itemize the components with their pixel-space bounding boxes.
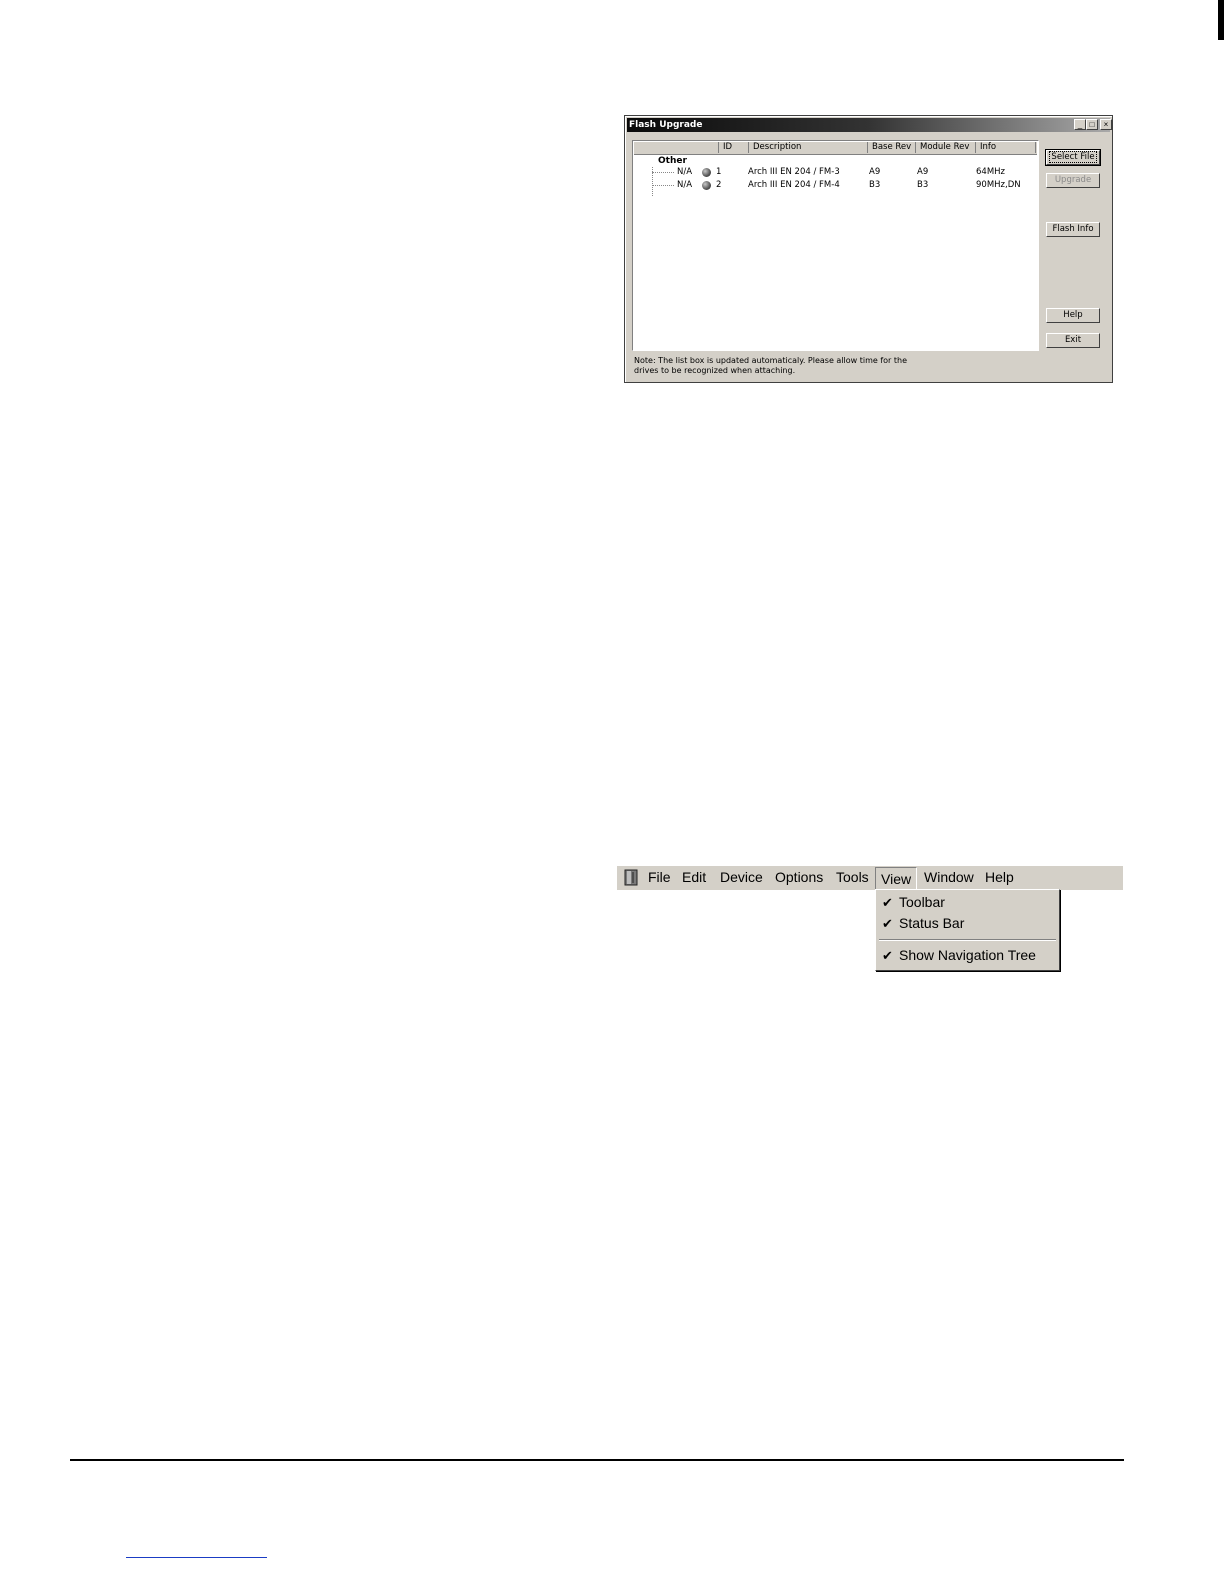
column-header-id[interactable]: ID <box>719 142 749 153</box>
maximize-button[interactable]: □ <box>1086 119 1098 130</box>
exit-button[interactable]: Exit <box>1046 333 1100 348</box>
device-list[interactable]: ID Description Base Rev Module Rev Info … <box>632 140 1039 351</box>
menu-item-show-navigation-tree[interactable]: ✔ Show Navigation Tree <box>876 945 1059 966</box>
column-header-info[interactable]: Info <box>976 142 1036 153</box>
footer-link-underline[interactable] <box>126 1557 267 1558</box>
row-id: 2 <box>716 180 722 190</box>
menu-separator <box>879 939 1056 941</box>
minimize-button[interactable]: _ <box>1074 119 1086 130</box>
row-description: Arch III EN 204 / FM-4 <box>748 180 840 190</box>
tree-group-other[interactable]: Other <box>658 156 687 166</box>
row-name: N/A <box>677 167 693 177</box>
tree-connector <box>652 172 674 173</box>
row-id: 1 <box>716 167 722 177</box>
row-module-rev: B3 <box>917 180 929 190</box>
select-file-button[interactable]: Select File <box>1045 149 1101 166</box>
column-header-module-rev[interactable]: Module Rev <box>916 142 976 153</box>
menu-device[interactable]: Device <box>720 866 763 890</box>
title-bar[interactable]: Flash Upgrade _ □ × <box>627 118 1112 132</box>
check-icon: ✔ <box>882 948 893 963</box>
list-header: ID Description Base Rev Module Rev Info <box>634 142 1037 155</box>
flash-upgrade-window: Flash Upgrade _ □ × ID Description Base … <box>624 115 1113 383</box>
column-header-base-rev[interactable]: Base Rev <box>868 142 916 153</box>
row-name: N/A <box>677 180 693 190</box>
footer-rule <box>70 1459 1124 1461</box>
device-status-icon <box>702 168 711 177</box>
help-button[interactable]: Help <box>1046 308 1100 323</box>
row-info: 90MHz,DN <box>976 180 1021 190</box>
select-file-label: Select File <box>1049 151 1097 163</box>
row-base-rev: A9 <box>869 167 881 177</box>
check-icon: ✔ <box>882 895 893 910</box>
menu-bar: File Edit Device Options Tools View Wind… <box>617 866 1123 890</box>
menu-help[interactable]: Help <box>985 866 1014 890</box>
row-info: 64MHz <box>976 167 1006 177</box>
menu-item-label: Status Bar <box>899 915 965 931</box>
menu-file[interactable]: File <box>648 866 671 890</box>
window-title: Flash Upgrade <box>629 120 703 130</box>
note-line: Note: The list box is updated automatica… <box>634 356 908 365</box>
device-status-icon <box>702 181 711 190</box>
menu-view[interactable]: View <box>875 867 918 890</box>
note-line: drives to be recognized when attaching. <box>634 366 796 375</box>
page-edge-mark <box>1218 0 1224 40</box>
app-icon[interactable] <box>624 869 638 886</box>
column-header-description[interactable]: Description <box>749 142 868 153</box>
note-text: Note: The list box is updated automatica… <box>634 356 934 376</box>
menu-item-status-bar[interactable]: ✔ Status Bar <box>876 913 1059 934</box>
menu-options[interactable]: Options <box>775 866 823 890</box>
column-header-name[interactable] <box>634 142 719 153</box>
menu-item-label: Show Navigation Tree <box>899 947 1036 963</box>
menu-window[interactable]: Window <box>924 866 974 890</box>
row-module-rev: A9 <box>917 167 929 177</box>
menu-item-toolbar[interactable]: ✔ Toolbar <box>876 892 1059 913</box>
menu-edit[interactable]: Edit <box>682 866 706 890</box>
menu-tools[interactable]: Tools <box>836 866 869 890</box>
close-button[interactable]: × <box>1100 119 1112 130</box>
tree-connector <box>652 185 674 186</box>
view-menu-dropdown: ✔ Toolbar ✔ Status Bar ✔ Show Navigation… <box>875 889 1060 971</box>
upgrade-button[interactable]: Upgrade <box>1046 173 1100 188</box>
check-icon: ✔ <box>882 916 893 931</box>
menu-item-label: Toolbar <box>899 894 945 910</box>
row-description: Arch III EN 204 / FM-3 <box>748 167 840 177</box>
row-base-rev: B3 <box>869 180 881 190</box>
flash-info-button[interactable]: Flash Info <box>1046 222 1100 237</box>
